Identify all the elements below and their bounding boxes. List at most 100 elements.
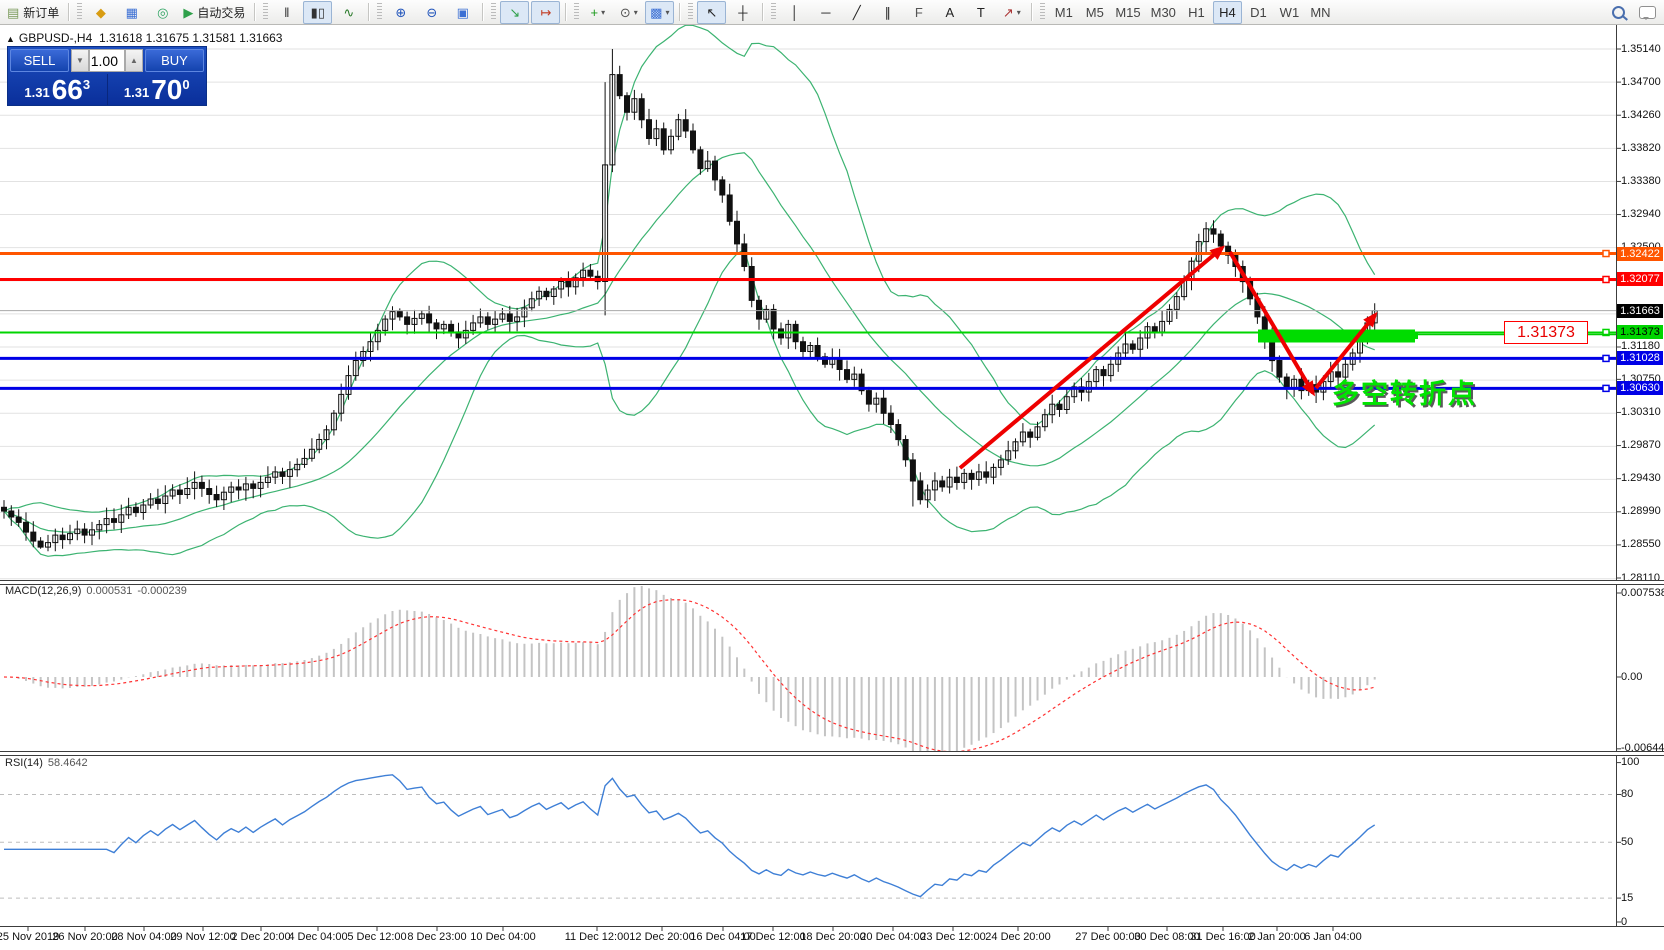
chevron-down-icon[interactable]: ▾ — [665, 8, 669, 17]
price-axis-tick-label: 1.35140 — [1621, 43, 1664, 56]
price-axis-tick-label: 1.29430 — [1621, 472, 1664, 485]
line-chart-button[interactable]: ∿ — [334, 1, 363, 24]
tile-windows-button[interactable]: ▣ — [448, 1, 477, 24]
level-price-label: 1.30630 — [1617, 381, 1663, 395]
chevron-down-icon[interactable]: ▾ — [634, 8, 638, 17]
chevron-down-icon[interactable]: ▾ — [1017, 8, 1021, 17]
tf-d1-button[interactable]: D1 — [1244, 1, 1273, 24]
line-chart-icon: ∿ — [343, 6, 354, 19]
buy-button[interactable]: BUY — [145, 49, 204, 72]
channel-button[interactable]: ∥ — [873, 1, 902, 24]
time-axis-label: 26 Nov 20:00 — [52, 931, 117, 943]
text-button[interactable]: A — [935, 1, 964, 24]
time-axis-label: 8 Dec 23:00 — [407, 931, 466, 943]
navigator-button[interactable]: ◎ — [148, 1, 177, 24]
buy-price[interactable]: 1.31 70 0 — [108, 74, 207, 105]
tf-h4-button[interactable]: H4 — [1213, 1, 1242, 24]
tf-m5-icon: M5 — [1086, 6, 1104, 19]
toolbar-separator — [368, 3, 370, 21]
volume-increase-button[interactable]: ▲ — [125, 49, 143, 72]
chevron-down-icon[interactable]: ▾ — [601, 8, 605, 17]
search-icon[interactable] — [1612, 6, 1625, 19]
autotrading-button[interactable]: ▶自动交易 — [179, 1, 249, 24]
auto-scroll-button[interactable]: ↘ — [500, 1, 529, 24]
toolbar-right-group — [1612, 6, 1656, 19]
templates-button[interactable]: ▩▾ — [645, 1, 674, 24]
cursor-button[interactable]: ↖ — [697, 1, 726, 24]
time-axis-label: 2 Dec 20:00 — [231, 931, 290, 943]
collapse-triangle-icon[interactable]: ▲ — [6, 34, 15, 44]
volume-input[interactable]: 1.00 — [89, 49, 125, 72]
sell-price-prefix: 1.31 — [24, 85, 49, 100]
level-line-anchor[interactable] — [1603, 385, 1609, 391]
tf-m1-button[interactable]: M1 — [1049, 1, 1078, 24]
tf-mn-button[interactable]: MN — [1306, 1, 1335, 24]
auto-scroll-icon: ↘ — [509, 6, 520, 19]
tf-m15-button[interactable]: M15 — [1111, 1, 1144, 24]
channel-icon: ∥ — [885, 6, 892, 19]
level-line-anchor[interactable] — [1603, 276, 1609, 282]
chart-shift-button[interactable]: ↦ — [531, 1, 560, 24]
rsi-value: 58.4642 — [48, 757, 88, 769]
rsi-label: RSI(14) 58.4642 — [5, 757, 93, 769]
sell-price[interactable]: 1.31 66 3 — [8, 74, 108, 105]
rsi-pane-separator[interactable] — [0, 751, 1664, 756]
volume-decrease-button[interactable]: ▼ — [71, 49, 89, 72]
vertical-line-button[interactable]: │ — [780, 1, 809, 24]
tf-h1-button[interactable]: H1 — [1182, 1, 1211, 24]
templates-icon: ▩ — [650, 6, 662, 19]
tf-d1-icon: D1 — [1250, 6, 1267, 19]
tf-w1-button[interactable]: W1 — [1275, 1, 1304, 24]
sell-button[interactable]: SELL — [10, 49, 69, 72]
level-line-anchor[interactable] — [1603, 251, 1609, 257]
bar-chart-button[interactable]: ‖ — [272, 1, 301, 24]
profiles-button[interactable]: ◆ — [86, 1, 115, 24]
toolbar-drag-handle — [491, 3, 496, 21]
toolbar-separator — [254, 3, 256, 21]
horizontal-line-button[interactable]: ─ — [811, 1, 840, 24]
buy-price-prefix: 1.31 — [124, 85, 149, 100]
new-order-icon: ▤ — [7, 6, 19, 19]
trendline-icon: ╱ — [853, 6, 861, 19]
indicators-button[interactable]: +▾ — [583, 1, 612, 24]
zoom-out-button[interactable]: ⊖ — [417, 1, 446, 24]
time-axis-label: 6 Jan 04:00 — [1304, 931, 1362, 943]
fibonacci-button[interactable]: F — [904, 1, 933, 24]
text-icon: A — [945, 6, 954, 19]
periods-button[interactable]: ⊙▾ — [614, 1, 643, 24]
crosshair-button[interactable]: ┼ — [728, 1, 757, 24]
trendline-button[interactable]: ╱ — [842, 1, 871, 24]
macd-axis-label: 0.00 — [1621, 671, 1664, 684]
zoom-in-button[interactable]: ⊕ — [386, 1, 415, 24]
band-anchor[interactable] — [1412, 333, 1418, 339]
time-axis-label: 2 Jan 20:00 — [1248, 931, 1306, 943]
zoom-in-icon: ⊕ — [395, 6, 406, 19]
turning-point-annotation[interactable]: 多空转折点 — [1332, 372, 1477, 411]
candlestick-chart-button[interactable]: ▮▯ — [303, 1, 332, 24]
time-axis-label: 12 Dec 20:00 — [629, 931, 694, 943]
market-watch-button[interactable]: ▦ — [117, 1, 146, 24]
arrows-button[interactable]: ↗▾ — [997, 1, 1026, 24]
macd-pane-separator[interactable] — [0, 580, 1664, 585]
trend-arrow-line[interactable] — [1230, 252, 1313, 393]
cursor-icon: ↖ — [706, 6, 717, 19]
macd-axis-label: 0.007538 — [1621, 587, 1664, 600]
tf-m30-button[interactable]: M30 — [1147, 1, 1180, 24]
new-order-button[interactable]: ▤新订单 — [3, 1, 63, 24]
chart-canvas[interactable] — [0, 0, 1664, 950]
price-axis-tick-label: 1.34260 — [1621, 109, 1664, 122]
market-watch-icon: ▦ — [126, 6, 138, 19]
tf-m5-button[interactable]: M5 — [1080, 1, 1109, 24]
price-callout-box[interactable]: 1.31373 — [1504, 321, 1588, 344]
crosshair-icon: ┼ — [738, 6, 747, 19]
time-axis-label: 25 Nov 2019 — [0, 931, 59, 943]
macd-pane[interactable] — [4, 586, 1375, 758]
macd-main-value: 0.000531 — [86, 585, 132, 597]
rsi-pane[interactable] — [4, 775, 1375, 897]
chat-icon[interactable] — [1639, 6, 1656, 19]
level-price-label: 1.32077 — [1617, 272, 1663, 286]
rsi-name: RSI(14) — [5, 757, 43, 769]
level-line-anchor[interactable] — [1603, 355, 1609, 361]
bollinger-lower-band — [4, 249, 1375, 556]
text-label-button[interactable]: T — [966, 1, 995, 24]
